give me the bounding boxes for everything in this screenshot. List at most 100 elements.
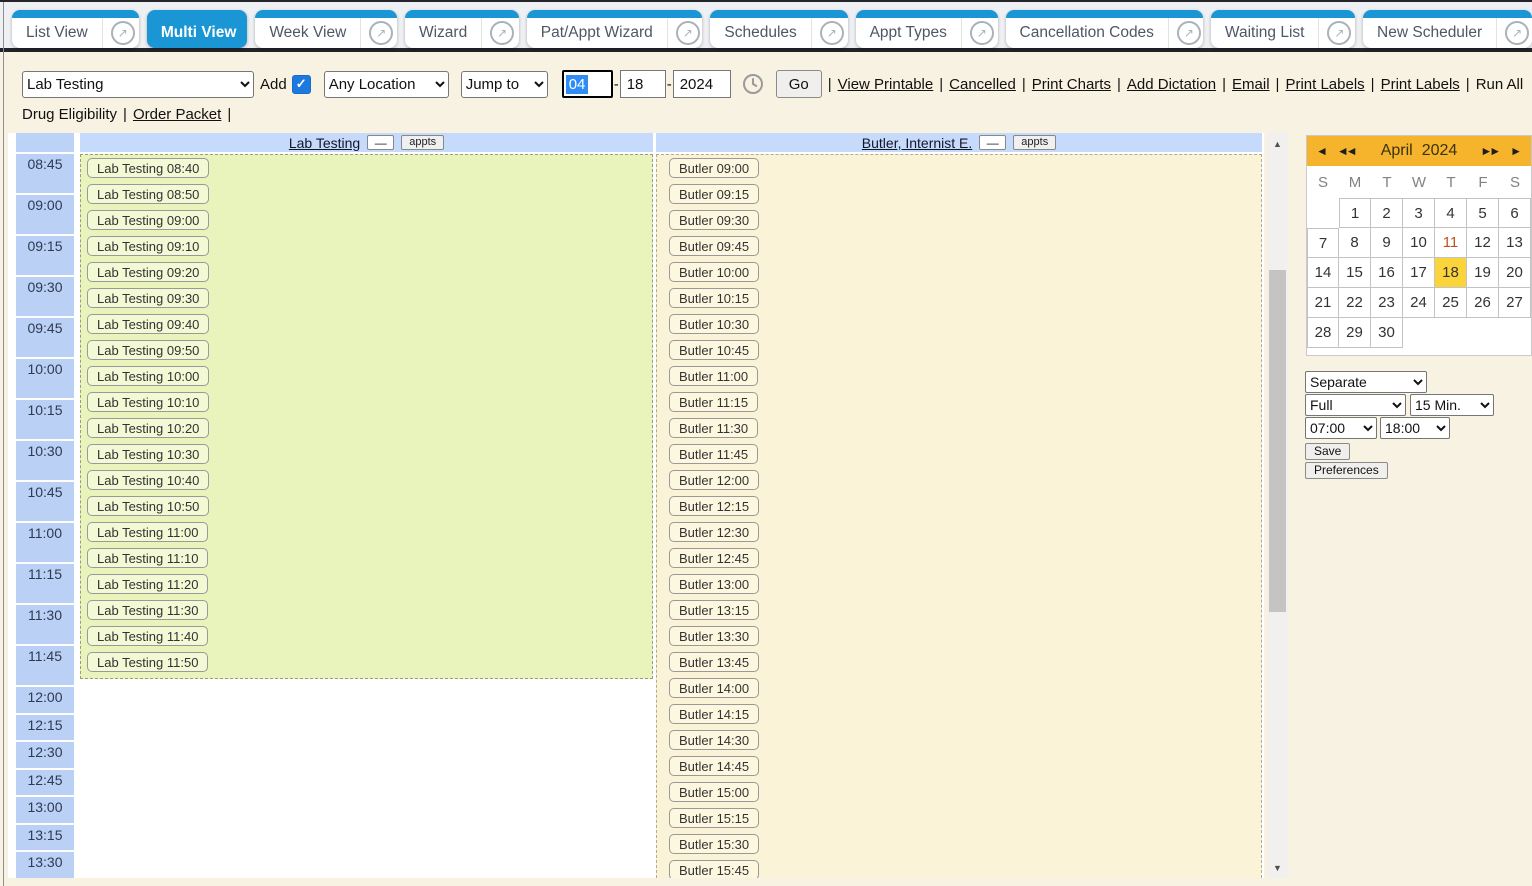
open-in-new-tab-icon[interactable]: ↗ [667,18,703,48]
appointment-button[interactable]: Lab Testing 11:20 [87,574,208,594]
open-in-new-tab-icon[interactable]: ↗ [481,18,519,48]
appointment-button[interactable]: Lab Testing 10:20 [87,418,209,438]
calendar-day[interactable]: 10 [1403,228,1435,258]
calendar-day[interactable] [1467,318,1499,348]
schedule-select[interactable]: Lab Testing [22,71,254,98]
lab-appts-button[interactable]: appts [401,135,444,150]
appointment-button[interactable]: Butler 13:00 [669,574,759,594]
calendar-day[interactable]: 25 [1435,288,1467,318]
toolbar-link[interactable]: Cancelled [949,76,1016,93]
add-checkbox[interactable]: ✓ [292,75,311,94]
appointment-button[interactable]: Lab Testing 11:40 [87,626,208,646]
calendar-day[interactable]: 16 [1371,258,1403,288]
tab[interactable]: Pat/Appt Wizard ↗ [527,10,703,48]
calendar-day[interactable]: 6 [1499,198,1531,228]
appointment-button[interactable]: Lab Testing 10:10 [87,392,209,412]
toolbar-link[interactable]: Print Charts [1032,76,1111,93]
appointment-button[interactable]: Butler 09:15 [669,184,759,204]
size-select[interactable]: Full [1305,394,1406,416]
scroll-up-icon[interactable]: ▲ [1267,135,1288,152]
appointment-button[interactable]: Butler 09:30 [669,210,759,230]
calendar-day[interactable]: 19 [1467,258,1499,288]
order-packet-link[interactable]: Order Packet [133,106,221,123]
butler-appts-button[interactable]: appts [1013,135,1056,150]
date-year-input[interactable]: 2024 [673,70,731,98]
appointment-button[interactable]: Butler 15:15 [669,808,759,828]
appointment-button[interactable]: Butler 12:30 [669,522,759,542]
appointment-button[interactable]: Butler 14:15 [669,704,759,724]
interval-select[interactable]: 15 Min. [1410,394,1494,416]
view-mode-select[interactable]: Separate [1305,371,1427,393]
appointment-button[interactable]: Lab Testing 09:40 [87,314,209,334]
calendar-day[interactable] [1435,318,1467,348]
open-in-new-tab-icon[interactable]: ↗ [1318,18,1355,48]
calendar-day[interactable]: 15 [1339,258,1371,288]
tab[interactable]: Wizard ↗ [405,10,519,48]
scrollbar-thumb[interactable] [1269,270,1286,612]
calendar-day[interactable]: 23 [1371,288,1403,318]
vertical-scrollbar[interactable]: ▲ ▼ [1267,133,1288,878]
appointment-button[interactable]: Lab Testing 11:30 [87,600,208,620]
date-day-input[interactable]: 18 [620,70,666,98]
appointment-button[interactable]: Butler 14:30 [669,730,759,750]
appointment-button[interactable]: Butler 15:45 [669,860,759,878]
appointment-button[interactable]: Lab Testing 09:20 [87,262,209,282]
calendar-day[interactable]: 30 [1371,318,1403,348]
appointment-button[interactable]: Butler 13:45 [669,652,759,672]
tab[interactable]: Week View ↗ [255,10,397,48]
tab[interactable]: List View ↗ [12,10,139,48]
appointment-button[interactable]: Butler 12:15 [669,496,759,516]
calendar-day[interactable] [1307,198,1339,228]
calendar-day[interactable]: 26 [1467,288,1499,318]
appointment-button[interactable]: Butler 13:15 [669,600,759,620]
open-in-new-tab-icon[interactable]: ↗ [811,18,848,48]
calendar-day[interactable]: 11 [1435,228,1467,258]
calendar-day[interactable]: 13 [1499,228,1531,258]
calendar-next-icon[interactable]: ► [1510,144,1522,158]
appointment-button[interactable]: Butler 09:45 [669,236,759,256]
preferences-button[interactable]: Preferences [1305,462,1388,479]
butler-column-title-link[interactable]: Butler, Internist E. [862,135,973,151]
appointment-button[interactable]: Lab Testing 08:40 [87,158,209,178]
calendar-day[interactable]: 22 [1339,288,1371,318]
calendar-day[interactable]: 27 [1499,288,1531,318]
appointment-button[interactable]: Lab Testing 11:00 [87,522,208,542]
calendar-day[interactable]: 8 [1339,228,1371,258]
calendar-day[interactable] [1403,318,1435,348]
appointment-button[interactable]: Butler 10:30 [669,314,759,334]
appointment-button[interactable]: Butler 10:45 [669,340,759,360]
appointment-button[interactable]: Lab Testing 10:30 [87,444,209,464]
tab[interactable]: Appt Types ↗ [856,10,998,48]
calendar-day[interactable]: 14 [1307,258,1339,288]
calendar-day[interactable]: 7 [1307,228,1339,258]
toolbar-link[interactable]: Print Labels [1381,76,1460,93]
appointment-button[interactable]: Butler 12:00 [669,470,759,490]
appointment-button[interactable]: Lab Testing 09:50 [87,340,209,360]
appointment-button[interactable]: Lab Testing 09:10 [87,236,209,256]
tab[interactable]: Schedules ↗ [710,10,847,48]
appointment-button[interactable]: Butler 11:45 [669,444,758,464]
save-button[interactable]: Save [1305,443,1350,460]
lab-column-title-link[interactable]: Lab Testing [289,135,360,151]
appointment-button[interactable]: Butler 10:15 [669,288,759,308]
run-all-link[interactable]: Run All [1476,76,1524,93]
calendar-day[interactable]: 21 [1307,288,1339,318]
lab-column-body[interactable]: Lab Testing 08:40 Lab Testing 08:50 Lab … [80,154,653,679]
toolbar-link[interactable]: Email [1232,76,1270,93]
tab[interactable]: Cancellation Codes ↗ [1006,10,1203,48]
appointment-button[interactable]: Butler 14:00 [669,678,759,698]
appointment-button[interactable]: Lab Testing 09:00 [87,210,209,230]
calendar-day[interactable]: 5 [1467,198,1499,228]
appointment-button[interactable]: Lab Testing 11:50 [87,652,208,672]
clock-icon[interactable] [742,73,764,95]
appointment-button[interactable]: Butler 14:45 [669,756,759,776]
appointment-button[interactable]: Lab Testing 08:50 [87,184,209,204]
calendar-day[interactable]: 28 [1307,318,1339,348]
calendar-day[interactable]: 17 [1403,258,1435,288]
go-button[interactable]: Go [776,70,822,98]
appointment-button[interactable]: Butler 09:00 [669,158,759,178]
toolbar-link[interactable]: View Printable [838,76,934,93]
open-in-new-tab-icon[interactable]: ↗ [1496,18,1532,48]
tab[interactable]: Waiting List ↗ [1211,10,1355,48]
calendar-day[interactable]: 29 [1339,318,1371,348]
